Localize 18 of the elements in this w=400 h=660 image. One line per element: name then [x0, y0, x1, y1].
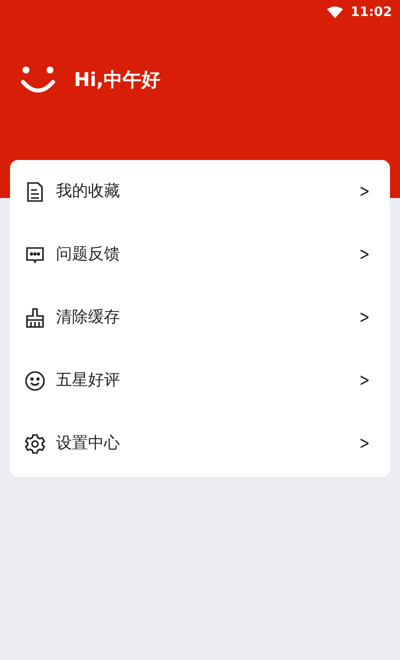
chevron-icon: >: [359, 433, 370, 454]
menu-item[interactable]: 我的收藏 >: [10, 160, 390, 223]
document-icon: [24, 180, 46, 202]
chevron-icon: >: [359, 244, 370, 265]
smiley-icon: [20, 65, 56, 95]
smiley-icon: [24, 370, 46, 392]
chevron-icon: >: [359, 307, 370, 328]
wifi-icon: [326, 6, 343, 19]
settings-icon: [24, 432, 46, 454]
chevron-icon: >: [359, 370, 370, 391]
menu-item[interactable]: 清除缓存 >: [10, 286, 390, 349]
menu-item[interactable]: 问题反馈 >: [10, 223, 390, 286]
menu-item[interactable]: 五星好评 >: [10, 349, 390, 412]
chevron-icon: >: [359, 181, 370, 202]
broom-icon: [24, 306, 46, 328]
greeting: Hi,中午好: [74, 68, 161, 93]
menu-item[interactable]: 设置中心 >: [10, 412, 390, 475]
status-time: 11:02: [350, 5, 392, 20]
